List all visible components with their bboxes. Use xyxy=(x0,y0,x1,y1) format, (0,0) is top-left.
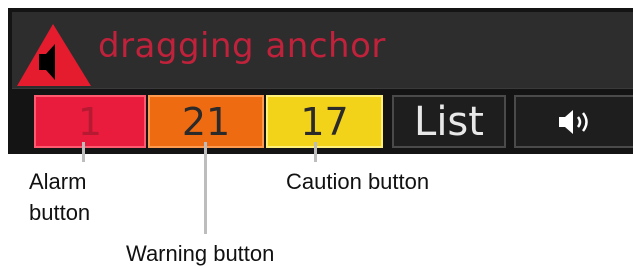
alert-button-row: 1 21 17 List xyxy=(24,95,633,150)
alarm-callout-line1: Alarm xyxy=(29,169,87,194)
warning-leader-line xyxy=(204,142,207,234)
caution-button-callout: Caution button xyxy=(286,169,430,194)
alarm-leader-line xyxy=(82,142,85,162)
alert-panel: dragging anchor 1 21 17 List xyxy=(8,8,633,154)
speaker-sound-icon xyxy=(559,109,588,134)
alarm-button-callout: Alarm button xyxy=(29,166,90,228)
figure: dragging anchor 1 21 17 List Alarm butto… xyxy=(0,0,633,266)
alarm-callout-line2: button xyxy=(29,200,91,225)
alert-message: dragging anchor xyxy=(98,26,386,66)
alarm-button[interactable]: 1 xyxy=(34,95,146,148)
sound-button[interactable] xyxy=(514,95,633,148)
list-button[interactable]: List xyxy=(392,95,506,148)
warning-button-callout: Warning button xyxy=(126,241,275,266)
alarm-triangle-speaker-icon xyxy=(17,24,91,86)
caution-leader-line xyxy=(314,142,317,162)
caution-button[interactable]: 17 xyxy=(266,95,383,148)
active-alert-bar[interactable]: dragging anchor xyxy=(12,12,633,89)
warning-button[interactable]: 21 xyxy=(148,95,264,148)
